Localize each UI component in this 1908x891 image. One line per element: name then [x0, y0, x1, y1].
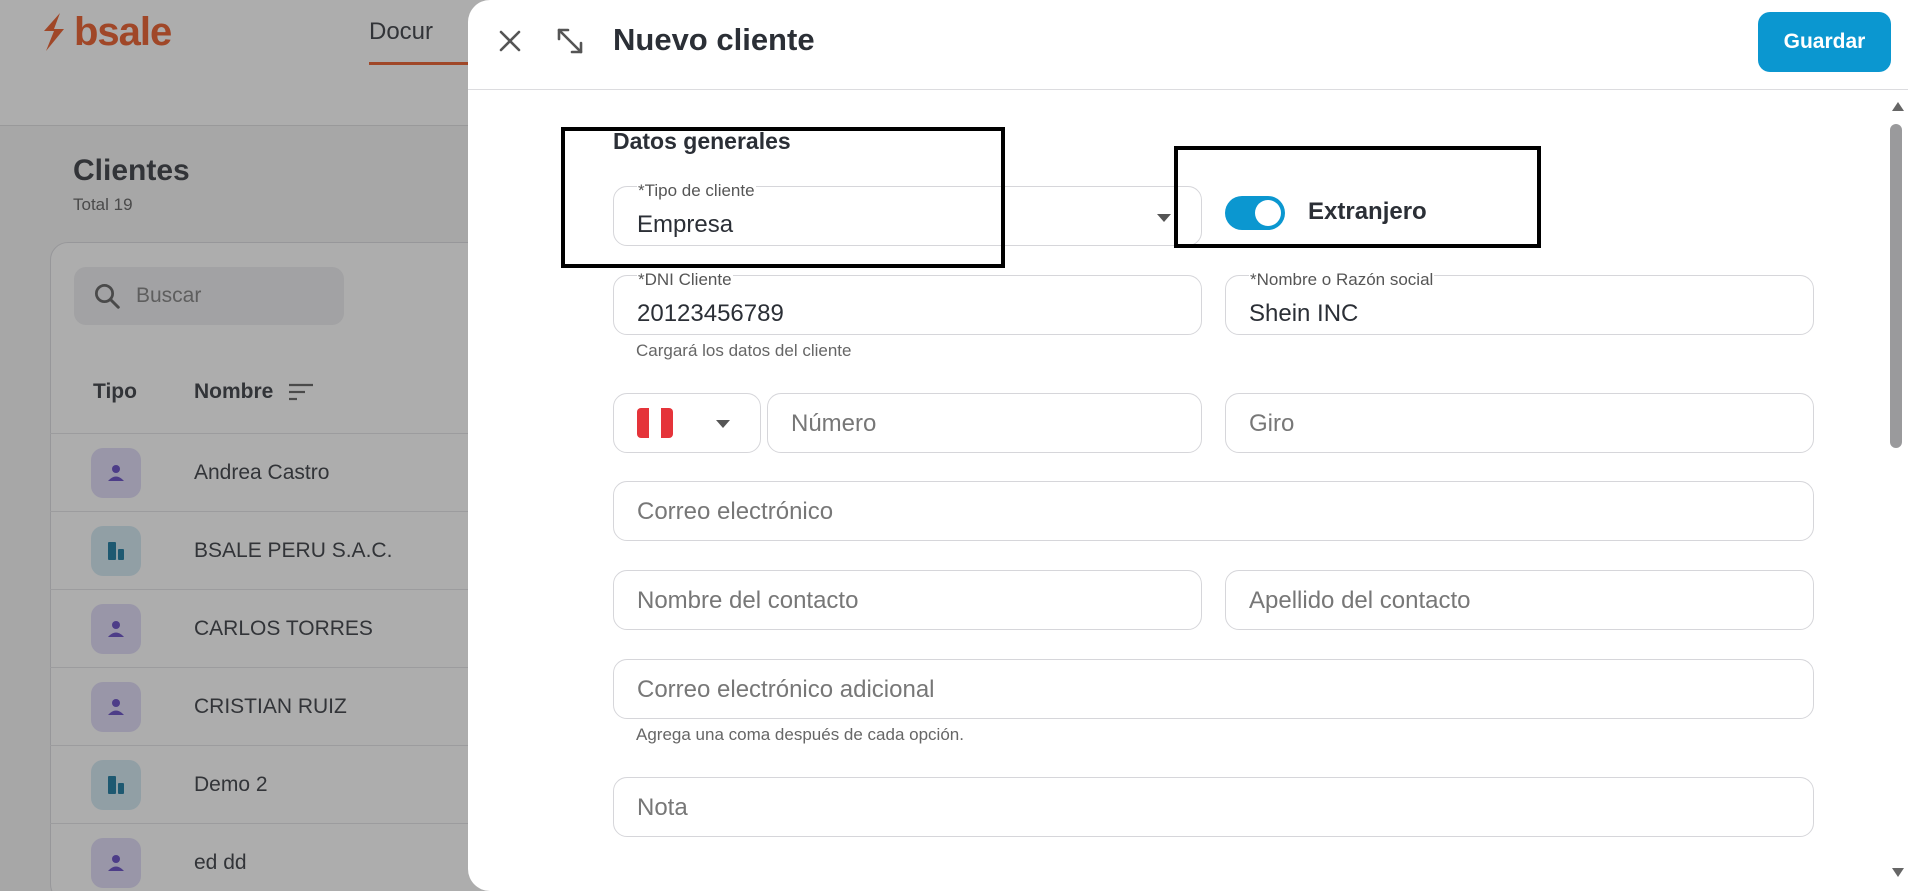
business-name-value: Shein INC	[1249, 300, 1359, 327]
business-name-label: *Nombre o Razón social	[1249, 270, 1435, 289]
scroll-down-arrow-icon[interactable]	[1892, 868, 1904, 877]
contact-last-name-placeholder: Apellido del contacto	[1249, 587, 1471, 614]
chevron-down-icon	[1157, 214, 1171, 222]
section-title-general: Datos generales	[613, 128, 791, 154]
dni-helper-text: Cargará los datos del cliente	[636, 341, 852, 360]
business-activity-input[interactable]: Giro	[1225, 393, 1814, 453]
chevron-down-icon	[716, 420, 730, 428]
save-button[interactable]: Guardar	[1758, 12, 1891, 72]
panel-scrollbar[interactable]	[1888, 100, 1906, 880]
contact-first-name-placeholder: Nombre del contacto	[637, 587, 859, 614]
business-name-field[interactable]: *Nombre o Razón social Shein INC	[1225, 271, 1814, 335]
close-icon[interactable]	[490, 21, 530, 61]
email-input[interactable]: Correo electrónico	[613, 481, 1814, 541]
scroll-up-arrow-icon[interactable]	[1892, 102, 1904, 111]
contact-last-name-input[interactable]: Apellido del contacto	[1225, 570, 1814, 630]
client-type-select[interactable]: *Tipo de cliente Empresa	[613, 182, 1202, 246]
expand-icon[interactable]	[550, 21, 590, 61]
phone-number-input[interactable]: Número	[767, 393, 1202, 453]
client-type-value: Empresa	[637, 211, 734, 238]
phone-country-select[interactable]	[613, 393, 761, 453]
business-activity-placeholder: Giro	[1249, 410, 1295, 437]
toggle-knob	[1255, 200, 1281, 226]
dni-field[interactable]: *DNI Cliente 20123456789	[613, 271, 1202, 335]
highlight-box-foreign-toggle	[1174, 146, 1541, 248]
dni-label: *DNI Cliente	[637, 270, 733, 289]
panel-header: Nuevo cliente Guardar	[468, 0, 1908, 90]
additional-email-placeholder: Correo electrónico adicional	[637, 676, 935, 703]
phone-number-placeholder: Número	[791, 410, 877, 437]
contact-first-name-input[interactable]: Nombre del contacto	[613, 570, 1202, 630]
peru-flag-icon	[637, 408, 673, 438]
additional-email-input[interactable]: Correo electrónico adicional	[613, 659, 1814, 719]
client-type-label: *Tipo de cliente	[637, 181, 756, 200]
foreign-toggle-label: Extranjero	[1308, 198, 1427, 225]
panel-title: Nuevo cliente	[613, 22, 815, 57]
dni-value: 20123456789	[637, 300, 784, 327]
note-input[interactable]: Nota	[613, 777, 1814, 837]
foreign-toggle[interactable]	[1225, 196, 1285, 230]
note-placeholder: Nota	[637, 794, 688, 821]
email-placeholder: Correo electrónico	[637, 498, 834, 525]
additional-email-helper-text: Agrega una coma después de cada opción.	[636, 725, 964, 744]
new-client-panel: Nuevo cliente Guardar Datos generales *T…	[468, 0, 1908, 891]
scroll-thumb[interactable]	[1890, 124, 1902, 448]
